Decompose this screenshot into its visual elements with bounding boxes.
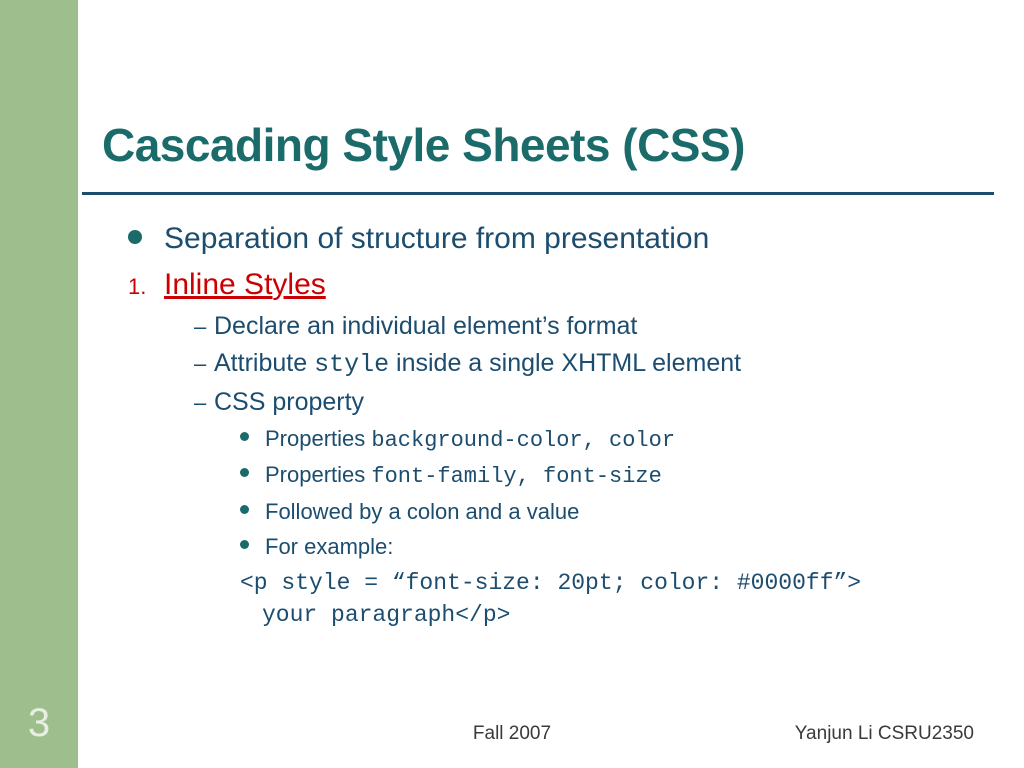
bullet-l1: Separation of structure from presentatio… [128, 220, 984, 258]
title-divider [82, 192, 994, 195]
numbered-label: Inline Styles [164, 268, 326, 302]
list-item: Properties background-color, color [240, 424, 984, 456]
bullet-dot-icon [240, 432, 249, 441]
sublist-1: – Declare an individual element’s format… [194, 310, 984, 420]
slide-content: Separation of structure from presentatio… [128, 220, 984, 631]
code-inline: background-color, color [371, 428, 675, 453]
sub1-text: CSS property [214, 386, 364, 420]
list-item: – Declare an individual element’s format [194, 310, 984, 344]
code-inline: font-family, font-size [371, 464, 661, 489]
bullet-dot-icon [240, 468, 249, 477]
bullet-dot-icon [128, 230, 142, 244]
sub2-text: Properties font-family, font-size [265, 460, 662, 492]
sidebar-accent: 3 [0, 0, 78, 768]
code-inline: style [314, 350, 389, 379]
dash-icon: – [194, 314, 214, 340]
text-fragment: Properties [265, 462, 371, 487]
sub2-text: Followed by a colon and a value [265, 497, 579, 527]
list-item: Properties font-family, font-size [240, 460, 984, 492]
bullet-text: Separation of structure from presentatio… [164, 220, 709, 258]
dash-icon: – [194, 351, 214, 377]
slide: 3 Cascading Style Sheets (CSS) Separatio… [0, 0, 1024, 768]
bullet-dot-icon [240, 540, 249, 549]
sub1-text: Declare an individual element’s format [214, 310, 637, 344]
slide-footer: Fall 2007 Yanjun Li CSRU2350 [0, 723, 1024, 753]
text-fragment: Attribute [214, 349, 314, 377]
code-line: <p style = “font-size: 20pt; color: #000… [240, 567, 984, 599]
sub2-text: Properties background-color, color [265, 424, 675, 456]
sublist-2: Properties background-color, color Prope… [240, 424, 984, 562]
code-example: <p style = “font-size: 20pt; color: #000… [240, 567, 984, 631]
footer-right: Yanjun Li CSRU2350 [795, 723, 974, 745]
list-item: For example: [240, 532, 984, 562]
sub1-text: Attribute style inside a single XHTML el… [214, 347, 741, 382]
text-fragment: Properties [265, 426, 371, 451]
list-item: Followed by a colon and a value [240, 497, 984, 527]
dash-icon: – [194, 390, 214, 416]
code-line: your paragraph</p> [240, 599, 984, 631]
list-item: – Attribute style inside a single XHTML … [194, 347, 984, 382]
bullet-dot-icon [240, 505, 249, 514]
list-number: 1. [128, 270, 164, 300]
numbered-item: 1. Inline Styles [128, 268, 984, 302]
sub2-text: For example: [265, 532, 393, 562]
slide-title: Cascading Style Sheets (CSS) [102, 118, 745, 172]
text-fragment: inside a single XHTML element [389, 349, 741, 377]
list-item: – CSS property [194, 386, 984, 420]
